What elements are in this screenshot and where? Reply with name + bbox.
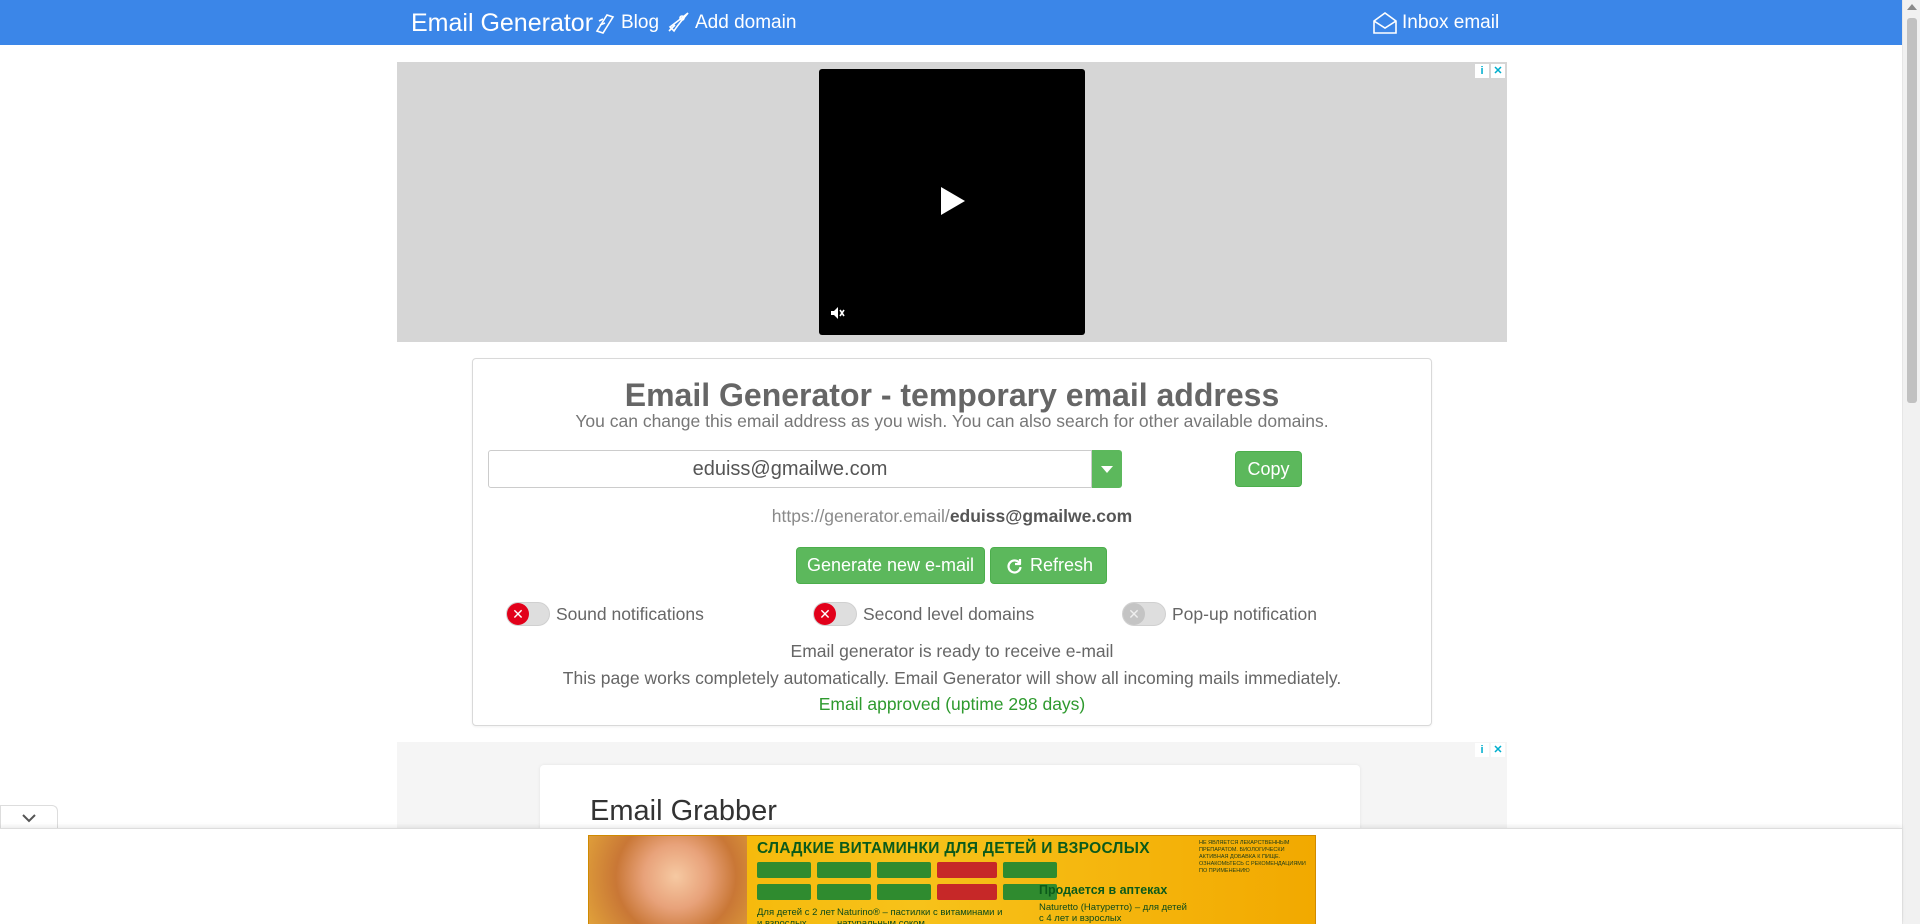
nav-inbox-label: Inbox email — [1402, 12, 1500, 33]
toggle-label: Sound notifications — [556, 603, 704, 624]
status-approved-text: Email approved (uptime 298 days) — [818, 694, 1086, 714]
email-address-input[interactable]: eduiss@gmailwe.com — [488, 450, 1092, 488]
collapse-ad-tab[interactable] — [0, 805, 58, 829]
domains-toggle-switch[interactable]: ✕ — [813, 602, 857, 626]
bottom-ad-bar: СЛАДКИЕ ВИТАМИНКИ ДЛЯ ДЕТЕЙ И ВЗРОСЛЫХ Д… — [0, 828, 1902, 924]
banner-headline: СЛАДКИЕ ВИТАМИНКИ ДЛЯ ДЕТЕЙ И ВЗРОСЛЫХ — [757, 840, 1150, 857]
x-icon: ✕ — [814, 603, 836, 625]
generate-new-email-button[interactable]: Generate new e-mail — [796, 547, 985, 584]
popup-toggle-switch[interactable]: ✕ — [1122, 602, 1166, 626]
banner-naturetto: Naturetto (Натуретто) – для детей с 4 ле… — [1039, 902, 1187, 924]
ad-info-icon[interactable]: i — [1475, 64, 1489, 78]
x-icon: ✕ — [1123, 603, 1145, 625]
second-advertisement[interactable]: Email Grabber i ✕ — [397, 742, 1507, 828]
ad-badges: i ✕ — [1475, 743, 1505, 757]
scroll-up-arrow-icon[interactable] — [1907, 4, 1917, 10]
refresh-label: Refresh — [1029, 555, 1094, 575]
page-scrollbar[interactable] — [1902, 0, 1920, 924]
ad-close-icon[interactable]: ✕ — [1491, 64, 1505, 78]
email-url-prefix: https://generator.email/ — [771, 506, 950, 526]
toggle-label: Second level domains — [863, 603, 1035, 624]
copy-button[interactable]: Copy — [1235, 451, 1302, 487]
page-subtitle: You can change this email address as you… — [575, 411, 1329, 431]
child-photo — [589, 836, 747, 924]
brand-link[interactable]: Email Generator — [411, 9, 593, 38]
top-advertisement[interactable]: i ✕ — [397, 62, 1507, 342]
top-navbar: Email Generator Blog Add domain Inbox em… — [0, 0, 1902, 45]
status-auto-text: This page works completely automatically… — [562, 668, 1342, 688]
status-ready-text: Email generator is ready to receive e-ma… — [790, 641, 1114, 661]
nav-inbox-link[interactable]: Inbox email — [1372, 11, 1499, 35]
product-strip — [757, 862, 1075, 900]
sound-toggle-switch[interactable]: ✕ — [506, 602, 550, 626]
rocket-icon — [668, 12, 689, 33]
vitamins-banner-ad[interactable]: СЛАДКИЕ ВИТАМИНКИ ДЛЯ ДЕТЕЙ И ВЗРОСЛЫХ Д… — [588, 835, 1316, 924]
caret-down-icon — [1101, 466, 1113, 473]
toggle-label: Pop-up notification — [1172, 603, 1317, 624]
nav-blog-label: Blog — [621, 12, 660, 33]
ad-info-icon[interactable]: i — [1475, 743, 1489, 757]
domain-dropdown-button[interactable] — [1092, 450, 1122, 488]
banner-age-note: Для детей с 2 лет и взрослых — [757, 907, 835, 924]
nav-add-domain-label: Add domain — [695, 12, 797, 33]
chevron-down-icon — [22, 814, 36, 823]
email-generator-card: Email Generator - temporary email addres… — [472, 358, 1432, 726]
toggle-sound-notifications[interactable]: ✕ Sound notifications — [506, 602, 704, 626]
refresh-icon — [1007, 558, 1022, 574]
nav-add-domain-link[interactable]: Add domain — [665, 11, 796, 35]
x-icon: ✕ — [507, 603, 529, 625]
nav-blog-link[interactable]: Blog — [593, 11, 659, 35]
scroll-thumb[interactable] — [1907, 18, 1917, 403]
envelope-open-icon — [1373, 12, 1397, 34]
banner-legal-text: НЕ ЯВЛЯЕТСЯ ЛЕКАРСТВЕННЫМ ПРЕПАРАТОМ. БИ… — [1199, 840, 1306, 874]
ad-video-player[interactable] — [819, 69, 1085, 335]
mute-icon[interactable] — [829, 305, 851, 325]
toggle-second-level-domains[interactable]: ✕ Second level domains — [813, 602, 1034, 626]
email-url-address: eduiss@gmailwe.com — [949, 506, 1133, 526]
play-icon[interactable] — [941, 187, 965, 215]
ad-card[interactable]: Email Grabber — [540, 765, 1360, 828]
banner-pharmacy: Продается в аптеках — [1039, 883, 1168, 897]
ad-title: Email Grabber — [590, 795, 777, 827]
blog-icon — [595, 14, 615, 34]
refresh-button[interactable]: Refresh — [990, 547, 1107, 584]
ad-badges: i ✕ — [1475, 64, 1505, 78]
toggle-popup-notification[interactable]: ✕ Pop-up notification — [1122, 602, 1317, 626]
ad-close-icon[interactable]: ✕ — [1491, 743, 1505, 757]
email-url[interactable]: https://generator.email/eduiss@gmailwe.c… — [473, 506, 1431, 527]
page-title: Email Generator - temporary email addres… — [624, 377, 1280, 413]
banner-naturino: Naturino® – пастилки с витаминами и нату… — [837, 907, 1003, 924]
